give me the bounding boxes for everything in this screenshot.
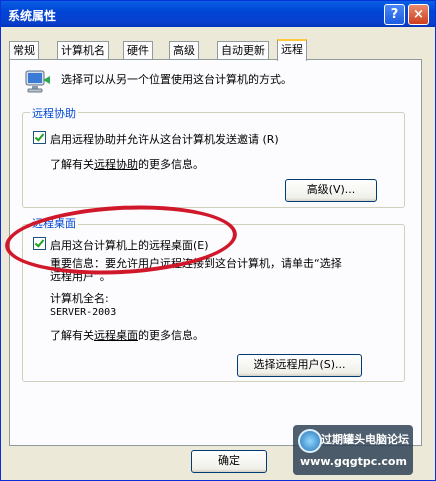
remote-desktop-info-prefix: 了解有关 [50, 329, 94, 342]
remote-desktop-checkbox-label[interactable]: 启用这台计算机上的远程桌面(E) [50, 237, 209, 253]
important-info-line-2: 远程用户”。 [50, 270, 111, 283]
remote-assistance-info-prefix: 了解有关 [50, 158, 94, 171]
tab-remote[interactable]: 远程 [277, 39, 307, 61]
remote-assistance-info-suffix: 的更多信息。 [138, 158, 204, 171]
help-button[interactable]: ? [384, 4, 405, 25]
computer-name-value: SERVER-2003 [50, 307, 117, 318]
ok-button[interactable]: 确定 [191, 450, 267, 473]
remote-assistance-link[interactable]: 远程协助 [94, 158, 138, 171]
advanced-button[interactable]: 高级(V)... [285, 179, 377, 202]
tab-advanced[interactable]: 高级 [169, 41, 199, 59]
title-bar: 系统属性 ? × [1, 1, 435, 27]
computer-name-label: 计算机全名: [50, 292, 109, 305]
remote-desktop-info: 了解有关远程桌面的更多信息。 [50, 327, 204, 343]
watermark-name: 过期罐头电脑论坛 [321, 433, 409, 446]
remote-desktop-title: 远程桌面 [30, 215, 78, 231]
tab-hardware[interactable]: 硬件 [123, 41, 153, 59]
remote-assistance-checkbox[interactable] [33, 131, 46, 144]
intro-text: 选择可以从另一个位置使用这台计算机的方式。 [61, 73, 292, 86]
remote-assistance-checkbox-label[interactable]: 启用远程协助并允许从这台计算机发送邀请 (R) [50, 131, 279, 147]
tab-automatic-updates[interactable]: 自动更新 [217, 41, 269, 59]
select-remote-users-button[interactable]: 选择远程用户(S)... [237, 354, 362, 377]
tab-computer-name[interactable]: 计算机名 [57, 41, 109, 59]
remote-computer-icon [25, 70, 50, 93]
watermark-logo-icon [298, 429, 322, 453]
remote-desktop-info-suffix: 的更多信息。 [138, 329, 204, 342]
tab-general[interactable]: 常规 [9, 41, 39, 59]
remote-desktop-link[interactable]: 远程桌面 [94, 329, 138, 342]
close-button[interactable]: × [408, 4, 429, 25]
remote-assistance-title: 远程协助 [30, 105, 78, 121]
window-title: 系统属性 [8, 9, 57, 23]
remote-assistance-info: 了解有关远程协助的更多信息。 [50, 156, 204, 172]
remote-desktop-checkbox[interactable] [33, 237, 46, 250]
system-properties-window: 系统属性 ? × 常规 计算机名 硬件 高级 自动更新 远程 选择可以从另一个位… [0, 0, 436, 481]
watermark-url: www.gqgtpc.com [300, 455, 407, 468]
